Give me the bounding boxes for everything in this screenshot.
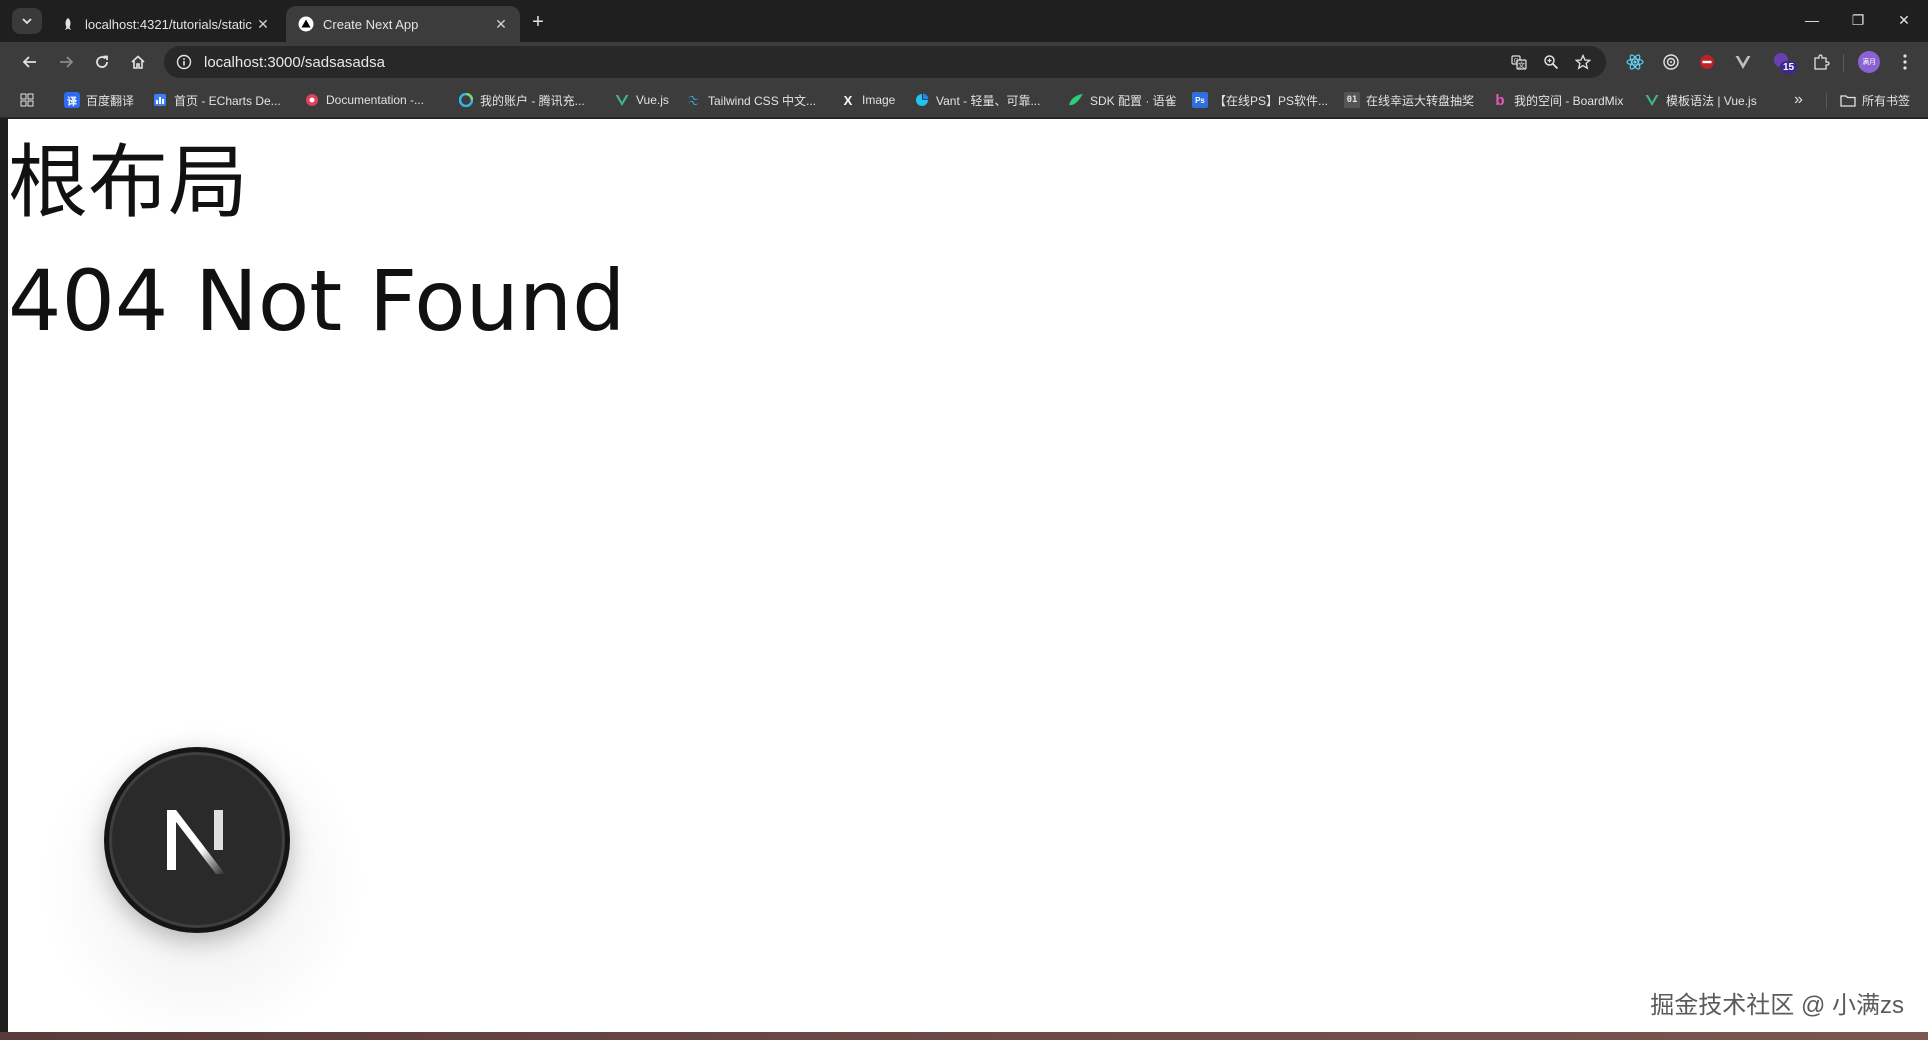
vue-logo-icon [614,92,630,108]
bookmark-label: Image [862,93,896,107]
tab-create-next-app[interactable]: Create Next App ✕ [286,6,520,42]
echarts-icon [152,92,168,108]
translate-icon[interactable]: 文G [1504,47,1534,77]
kebab-menu-icon [1903,54,1907,70]
tab-search-button[interactable] [12,8,42,34]
photoshop-icon: Ps [1192,92,1208,108]
site-info-icon[interactable] [164,46,204,78]
next-triangle-favicon-icon [298,16,314,32]
bookmark-tencent-account[interactable]: 我的账户 - 腾讯充... [458,88,585,112]
arrow-right-icon [60,56,74,68]
bookmarks-overflow-button[interactable]: » [1794,88,1803,112]
vue-logo-icon [1644,92,1660,108]
apps-grid-button[interactable] [20,88,34,112]
tab-strip: localhost:4321/tutorials/static ✕ Create… [0,0,1928,42]
tab-close-icon[interactable]: ✕ [254,15,272,33]
bookmark-label: 百度翻译 [86,93,135,108]
notification-extension-icon[interactable]: 15 [1768,47,1798,77]
restore-button[interactable]: ❐ [1836,0,1880,40]
watermark-text: 掘金技术社区 @ 小满zs [1650,992,1904,1019]
address-bar[interactable]: localhost:3000/sadsasadsa 文G [164,46,1606,78]
bookmarks-divider [1826,93,1827,109]
bookmark-lucky-wheel[interactable]: 01 在线幸运大转盘抽奖 [1344,88,1474,112]
new-tab-button[interactable]: + [526,10,550,34]
back-button[interactable] [14,46,46,78]
tencent-icon [458,92,474,108]
baidu-translate-icon: 译 [64,92,80,108]
vant-logo-icon [914,92,930,108]
all-bookmarks-label: 所有书签 [1862,93,1911,108]
page-viewport: 根布局 404 Not Found 掘金技术社区 @ 小满zs [8,119,1928,1032]
rocket-favicon-icon [60,16,76,32]
bookmark-label: Documentation -... [326,93,425,107]
bookmark-label: Tailwind CSS 中文... [708,93,817,108]
bookmark-yuque-sdk[interactable]: SDK 配置 · 语雀 [1068,88,1177,112]
svg-text:G: G [1514,58,1519,65]
bookmark-tailwind[interactable]: Tailwind CSS 中文... [686,88,816,112]
profile-avatar-label: 满月 [1858,51,1880,73]
all-bookmarks-button[interactable]: 所有书签 [1840,88,1910,112]
profile-avatar[interactable]: 满月 [1854,47,1884,77]
bookmark-label: Vant - 轻量、可靠... [936,93,1041,108]
apps-grid-icon [20,93,34,107]
bookmark-vant[interactable]: Vant - 轻量、可靠... [914,88,1040,112]
nextjs-dev-indicator-button[interactable] [104,747,290,933]
boardmix-logo-icon: b [1495,91,1505,109]
taskbar-edge [0,1032,1928,1040]
bookmark-label: 【在线PS】PS软件... [1214,93,1329,108]
blocker-extension-icon[interactable] [1692,47,1722,77]
bookmark-label: 我的空间 - BoardMix [1514,93,1624,108]
chevron-down-icon [22,18,32,25]
reload-button[interactable] [86,46,118,78]
url-text[interactable]: localhost:3000/sadsasadsa [204,54,385,71]
x-logo-icon: X [843,92,853,108]
svg-text:文: 文 [1518,61,1525,70]
bookmark-star-icon[interactable] [1568,47,1598,77]
browser-menu-button[interactable] [1890,47,1920,77]
zoom-icon[interactable] [1536,47,1566,77]
tab-localhost-tutorials[interactable]: localhost:4321/tutorials/static ✕ [48,6,282,42]
react-devtools-icon[interactable] [1620,47,1650,77]
bookmark-label: Vue.js [636,93,669,107]
extensions-puzzle-icon[interactable] [1806,47,1836,77]
lucky-wheel-icon: 01 [1344,92,1360,108]
browser-toolbar: localhost:3000/sadsasadsa 文G 15 满月 [0,42,1928,82]
not-found-heading: 404 Not Found [8,252,626,350]
target-extension-icon[interactable] [1656,47,1686,77]
bookmark-boardmix[interactable]: b 我的空间 - BoardMix [1492,88,1623,112]
tailwind-logo-icon [686,92,702,108]
vue-devtools-icon[interactable] [1728,47,1758,77]
tab-title: localhost:4321/tutorials/static [85,16,252,32]
bookmark-baidu-translate[interactable]: 译 百度翻译 [64,88,134,112]
yuque-logo-icon [1068,92,1084,108]
home-icon [131,55,145,69]
documentation-icon [304,92,320,108]
reload-icon [96,55,108,68]
bookmark-label: 我的账户 - 腾讯充... [480,93,585,108]
bookmark-online-ps[interactable]: Ps 【在线PS】PS软件... [1192,88,1328,112]
bookmark-echarts[interactable]: 首页 - ECharts De... [152,88,281,112]
bookmark-label: 首页 - ECharts De... [174,93,281,108]
bookmark-documentation[interactable]: Documentation -... [304,88,424,112]
arrow-left-icon [22,56,36,68]
bookmark-label: 在线幸运大转盘抽奖 [1366,93,1475,108]
bookmark-vue-template-syntax[interactable]: 模板语法 | Vue.js [1644,88,1757,112]
bookmark-label: SDK 配置 · 语雀 [1090,93,1177,108]
toolbar-divider [1843,54,1844,72]
bookmark-image[interactable]: X Image [840,88,896,112]
tab-close-icon[interactable]: ✕ [492,15,510,33]
forward-button[interactable] [50,46,82,78]
nextjs-logo-icon [167,810,225,874]
tab-title: Create Next App [323,16,419,32]
minimize-button[interactable]: — [1790,0,1834,40]
bookmarks-bar: 译 百度翻译 首页 - ECharts De... Documentation … [0,82,1928,118]
folder-icon [1840,92,1856,108]
extension-badge: 15 [1780,61,1798,74]
bookmark-label: 模板语法 | Vue.js [1666,93,1757,108]
home-button[interactable] [122,46,154,78]
close-window-button[interactable]: ✕ [1882,0,1926,40]
root-layout-heading: 根布局 [8,136,248,229]
bookmark-vuejs[interactable]: Vue.js [614,88,669,112]
